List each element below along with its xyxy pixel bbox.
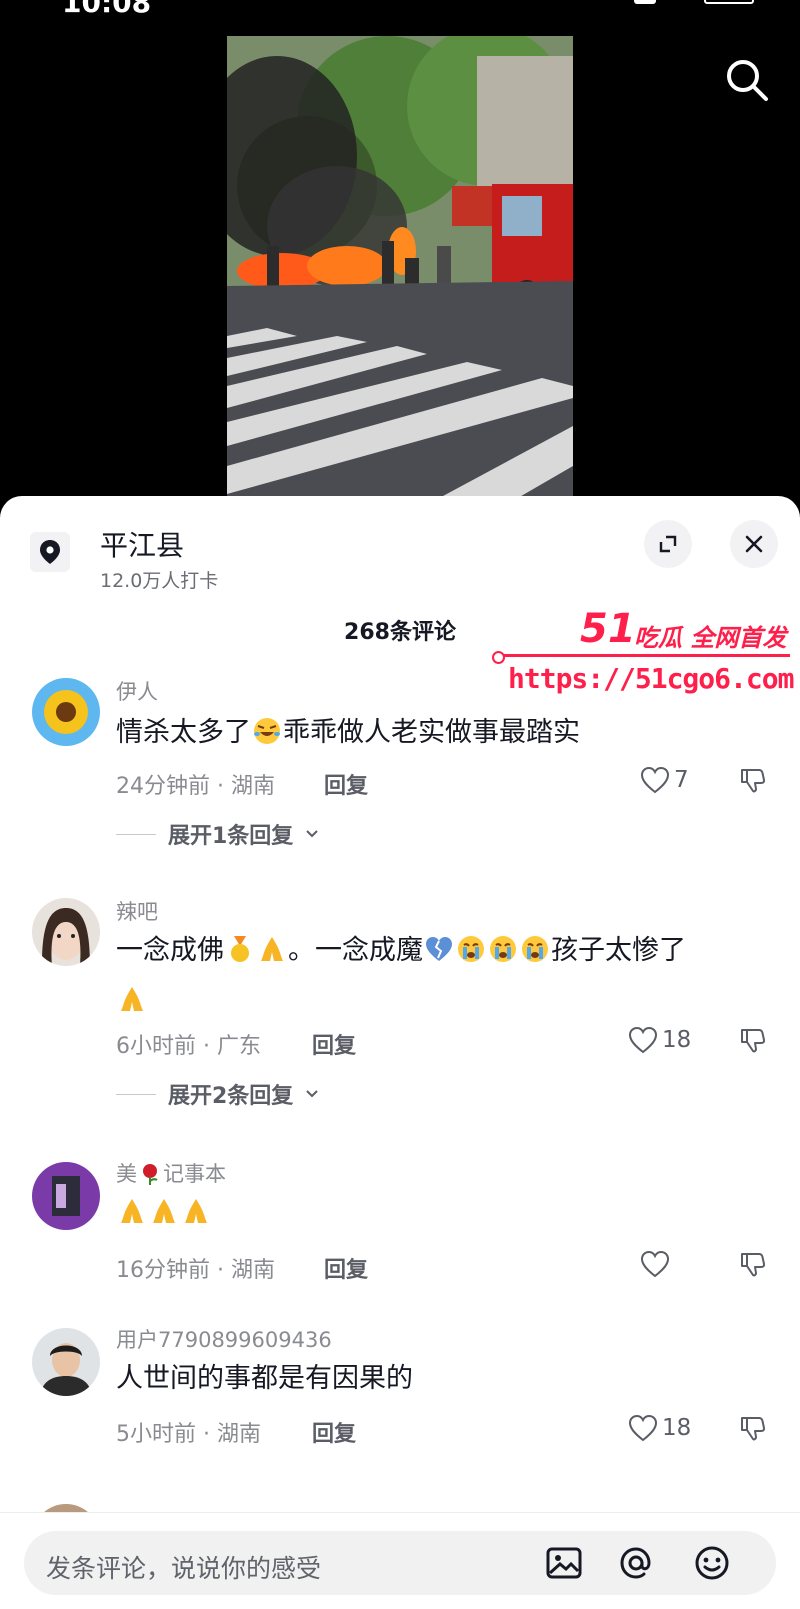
like-count: 18 (662, 1415, 692, 1441)
watermark-url: https://51cgo6.com (508, 662, 794, 695)
expand-sheet-button[interactable] (644, 520, 692, 568)
location-title[interactable]: 平江县 (100, 524, 184, 564)
comment-text: 情杀太多了 乖乖做人老实做事最踏实 (116, 708, 776, 758)
like-count: 7 (674, 767, 689, 793)
watermark-brand: 51 (580, 606, 636, 652)
comment-text-part: 一念成佛 (116, 935, 224, 966)
like-count: 18 (662, 1027, 692, 1053)
expand-replies-button[interactable]: 展开1条回复 (116, 818, 319, 850)
praying-hands-emoji-icon (117, 1193, 147, 1223)
dislike-button[interactable] (740, 766, 766, 798)
mention-icon[interactable] (616, 1543, 656, 1583)
video-thumbnail (227, 36, 573, 510)
comment-text-part: 孩子太惨了 (551, 935, 686, 966)
heart-icon (640, 1250, 670, 1278)
laughing-crying-emoji-icon (252, 713, 282, 744)
praying-hands-emoji-icon (257, 931, 287, 961)
comment-author-part: 记事本 (163, 1162, 226, 1186)
like-button[interactable]: 18 (628, 1414, 691, 1442)
watermark-slogan: 吃瓜 全网首发 (634, 624, 787, 652)
reply-button[interactable]: 回复 (324, 1252, 368, 1284)
expand-icon (659, 535, 677, 553)
medal-emoji-icon (225, 931, 255, 962)
comment-author[interactable]: 伊人 (116, 676, 158, 706)
comment-text-part: 乖乖做人老实做事最踏实 (283, 717, 580, 748)
rose-emoji-icon (138, 1162, 162, 1186)
avatar[interactable] (32, 1162, 100, 1230)
comment-time-location: 5小时前 · 湖南 (116, 1422, 261, 1447)
comment-author-part: 美 (116, 1162, 137, 1186)
heart-icon (628, 1414, 658, 1442)
reply-button[interactable]: 回复 (324, 768, 368, 800)
comment-author[interactable]: 辣吧 (116, 896, 158, 926)
avatar[interactable] (32, 898, 100, 966)
comment-text (116, 1188, 776, 1238)
praying-hands-emoji-icon (117, 981, 147, 1011)
comment-author[interactable]: 美 记事本 (116, 1158, 226, 1188)
thumbs-down-icon (741, 769, 766, 793)
crying-emoji-icon (520, 931, 550, 962)
broken-heart-emoji-icon (424, 931, 454, 961)
comment-sheet: 平江县 12.0万人打卡 268条评论 51 吃瓜 全网首发 https://5… (0, 496, 800, 1609)
close-icon (745, 535, 763, 553)
comment-text-part: 情杀太多了 (116, 717, 251, 748)
status-time: 10:08 (62, 0, 152, 19)
comment-input-bar: 发条评论，说说你的感受 (0, 1512, 800, 1609)
chevron-down-icon (306, 1090, 319, 1098)
like-button[interactable] (640, 1250, 674, 1278)
like-button[interactable]: 7 (640, 766, 689, 794)
dislike-button[interactable] (740, 1250, 766, 1282)
search-icon[interactable] (722, 55, 772, 105)
dislike-button[interactable] (740, 1414, 766, 1446)
comment-input[interactable]: 发条评论，说说你的感受 (24, 1531, 776, 1595)
image-icon[interactable] (544, 1543, 584, 1583)
divider (116, 833, 156, 835)
watermark-underline (492, 651, 790, 664)
reply-button[interactable]: 回复 (312, 1416, 356, 1448)
praying-hands-emoji-icon (149, 1193, 179, 1223)
expand-replies-label: 展开2条回复 (168, 1084, 294, 1109)
expand-replies-button[interactable]: 展开2条回复 (116, 1078, 319, 1110)
comment-text: 人世间的事都是有因果的 (116, 1363, 413, 1394)
divider (116, 1093, 156, 1095)
expand-replies-label: 展开1条回复 (168, 824, 294, 849)
avatar[interactable] (32, 1328, 100, 1396)
comment-text-part: 。一念成魔 (288, 935, 423, 966)
crying-emoji-icon (488, 931, 518, 962)
avatar[interactable] (32, 678, 100, 746)
comment-time-location: 16分钟前 · 湖南 (116, 1258, 275, 1283)
chevron-down-icon (306, 830, 319, 838)
crying-emoji-icon (456, 931, 486, 962)
comment-time-location: 24分钟前 · 湖南 (116, 774, 275, 799)
reply-button[interactable]: 回复 (312, 1028, 356, 1060)
video-player[interactable]: 10:08 (0, 0, 800, 510)
thumbs-down-icon (741, 1417, 766, 1441)
comment-author[interactable]: 用户7790899609436 (116, 1324, 332, 1354)
emoji-picker-icon[interactable] (692, 1543, 732, 1583)
thumbs-down-icon (741, 1253, 766, 1277)
location-checkin-count: 12.0万人打卡 (100, 570, 219, 592)
heart-icon (640, 766, 670, 794)
location-pin-icon[interactable] (30, 532, 70, 572)
dislike-button[interactable] (740, 1026, 766, 1058)
comment-time-location: 6小时前 · 广东 (116, 1034, 261, 1059)
status-icons (634, 0, 764, 4)
close-button[interactable] (730, 520, 778, 568)
thumbs-down-icon (741, 1029, 766, 1053)
like-button[interactable]: 18 (628, 1026, 691, 1054)
comment-input-placeholder: 发条评论，说说你的感受 (46, 1554, 322, 1583)
praying-hands-emoji-icon (181, 1193, 211, 1223)
heart-icon (628, 1026, 658, 1054)
comment-text: 一念成佛 。一念成魔 孩子太惨了 (116, 926, 776, 1026)
video-frame[interactable] (227, 36, 573, 510)
